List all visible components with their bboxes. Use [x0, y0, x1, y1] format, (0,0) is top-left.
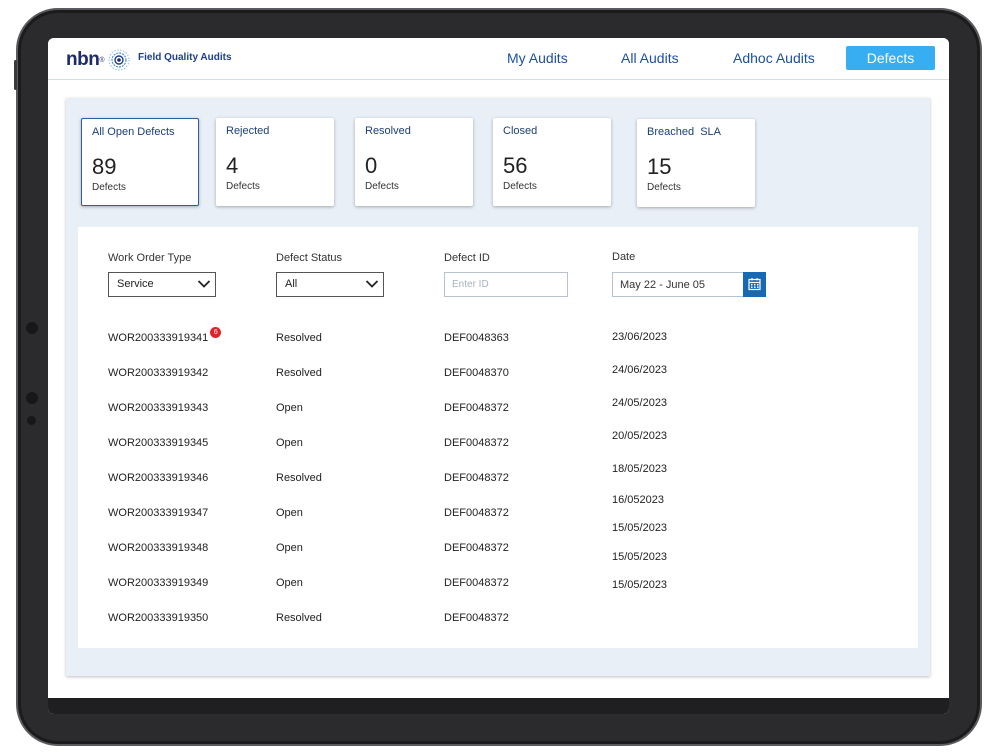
table-row-8-defect-id: DEF0048372: [444, 612, 509, 624]
select-value: Service: [117, 278, 154, 290]
table-row-3-date: 20/05/2023: [612, 430, 668, 442]
table-row-4-date: 18/05/2023: [612, 463, 668, 475]
nav-my-audits[interactable]: My Audits: [507, 50, 568, 66]
table-row-0-defect-id: DEF0048363: [444, 332, 509, 344]
table-row-4-work-order[interactable]: WOR200333919346: [108, 472, 208, 484]
filter-label-work-order-type: Work Order Type: [108, 252, 192, 264]
tablet-sensor: [26, 392, 38, 404]
table-row-1-status: Resolved: [276, 367, 322, 379]
card-value: 89: [92, 154, 117, 179]
select-value: All: [285, 278, 298, 290]
table-row-1-work-order[interactable]: WOR200333919342: [108, 367, 208, 379]
work-order-type-select[interactable]: Service: [108, 272, 216, 297]
logo-text: nbn: [66, 49, 100, 70]
table-row-8-status: Resolved: [276, 612, 322, 624]
table-row-0-date: 23/06/2023: [612, 331, 668, 343]
table-row-4-defect-id: DEF0048372: [444, 472, 509, 484]
table-row-2-defect-id: DEF0048372: [444, 402, 509, 414]
card-all-open-defects[interactable]: All Open Defects 89 Defects: [81, 118, 199, 206]
card-closed[interactable]: Closed 56 Defects: [493, 118, 611, 206]
card-unit: Defects: [647, 182, 681, 193]
table-row-5-work-order[interactable]: WOR200333919347: [108, 507, 208, 519]
card-label: All Open Defects: [92, 126, 175, 138]
table-row-0-status: Resolved: [276, 332, 322, 344]
calendar-button[interactable]: [743, 272, 766, 297]
card-unit: Defects: [226, 181, 260, 192]
notification-badge: 6: [210, 327, 222, 338]
defects-table: Work Order Type Service Defect Status Al…: [78, 227, 918, 648]
filter-label-date: Date: [612, 251, 636, 263]
table-row-3-defect-id: DEF0048372: [444, 437, 509, 449]
table-row-6-defect-id: DEF0048372: [444, 542, 509, 554]
table-row-2-work-order[interactable]: WOR200333919343: [108, 402, 208, 414]
card-resolved[interactable]: Resolved 0 Defects: [355, 118, 473, 206]
card-label: Breached SLA: [647, 126, 721, 138]
work-order-id: WOR200333919341: [108, 332, 209, 344]
card-unit: Defects: [365, 181, 399, 192]
tablet-bottom-bezel: [48, 698, 949, 714]
app-screen: nbn ® Field Quality Audits My Audits All…: [48, 38, 949, 714]
table-row-1-defect-id: DEF0048370: [444, 367, 509, 379]
table-row-2-status: Open: [276, 402, 303, 414]
calendar-icon: [748, 278, 761, 291]
card-breached-sla[interactable]: Breached SLA 15 Defects: [637, 119, 755, 207]
table-row-7-date: 15/05/2023: [612, 551, 668, 563]
table-row-7-defect-id: DEF0048372: [444, 577, 509, 589]
table-row-3-status: Open: [276, 437, 303, 449]
filter-label-defect-status: Defect Status: [276, 252, 343, 264]
table-row-7-status: Open: [276, 577, 303, 589]
card-unit: Defects: [92, 182, 126, 193]
defect-id-input[interactable]: Enter ID: [444, 272, 568, 297]
nbn-logo-icon: [107, 49, 130, 71]
chevron-down-icon: [197, 280, 211, 288]
logo-registered: ®: [99, 56, 105, 64]
tablet-side-button: [14, 60, 17, 90]
table-row-5-date: 16/052023: [612, 494, 664, 506]
date-range-input[interactable]: May 22 - June 05: [612, 272, 766, 297]
nav-adhoc-audits[interactable]: Adhoc Audits: [733, 50, 815, 66]
card-unit: Defects: [503, 181, 537, 192]
defect-status-select[interactable]: All: [276, 272, 384, 297]
app-title: Field Quality Audits: [138, 52, 232, 63]
top-header: nbn ® Field Quality Audits My Audits All…: [48, 38, 949, 80]
nav-all-audits[interactable]: All Audits: [621, 50, 679, 66]
table-row-4-status: Resolved: [276, 472, 322, 484]
nav-defects[interactable]: Defects: [846, 46, 935, 70]
card-label: Rejected: [226, 125, 270, 137]
card-value: 4: [226, 153, 239, 178]
tablet-sensor: [27, 416, 36, 425]
date-range-value: May 22 - June 05: [620, 279, 705, 291]
card-value: 15: [647, 154, 672, 179]
table-row-8-work-order[interactable]: WOR200333919350: [108, 612, 208, 624]
table-row-5-status: Open: [276, 507, 303, 519]
chevron-down-icon: [365, 280, 379, 288]
card-value: 56: [503, 153, 528, 178]
card-rejected[interactable]: Rejected 4 Defects: [216, 118, 334, 206]
defects-panel: All Open Defects 89 Defects Rejected 4 D…: [66, 98, 930, 676]
table-row-3-work-order[interactable]: WOR200333919345: [108, 437, 208, 449]
card-value: 0: [365, 153, 378, 178]
table-row-2-date: 24/05/2023: [612, 397, 668, 409]
table-row-6-date: 15/05/2023: [612, 522, 668, 534]
table-row-6-work-order[interactable]: WOR200333919348: [108, 542, 208, 554]
tablet-sensor: [26, 322, 38, 334]
table-row-1-date: 24/06/2023: [612, 364, 668, 376]
card-label: Resolved: [365, 125, 411, 137]
logo[interactable]: nbn ®: [66, 47, 132, 73]
table-row-5-defect-id: DEF0048372: [444, 507, 509, 519]
table-row-7-work-order[interactable]: WOR200333919349: [108, 577, 208, 589]
table-row-0-work-order[interactable]: WOR200333919341 6: [108, 327, 222, 344]
table-row-6-status: Open: [276, 542, 303, 554]
table-row-8-date: 15/05/2023: [612, 579, 668, 591]
card-label: Closed: [503, 125, 538, 137]
filter-label-defect-id: Defect ID: [444, 252, 490, 264]
